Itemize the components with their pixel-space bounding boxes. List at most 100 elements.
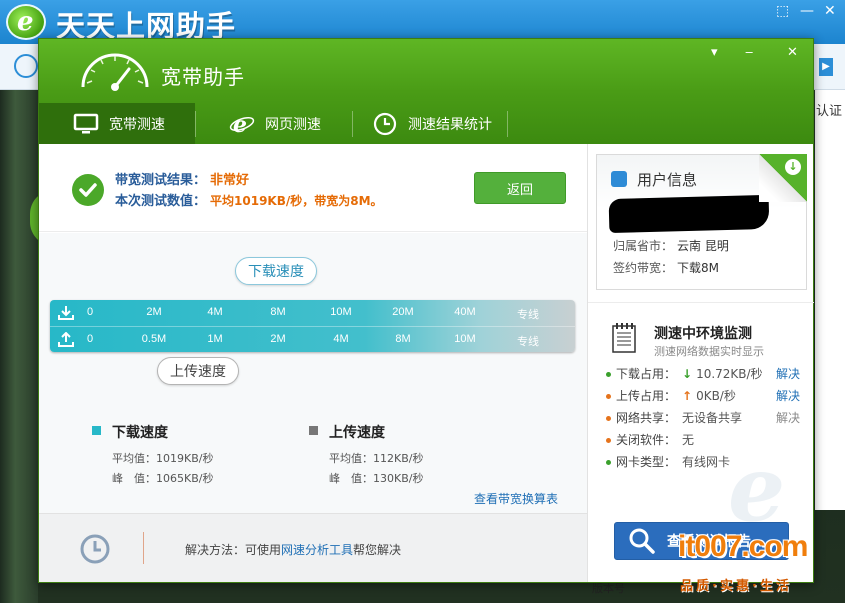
bandwidth-conversion-link[interactable]: 查看带宽换算表	[474, 490, 558, 507]
test-value: 平均1019KB/秒，带宽为8M。	[210, 194, 383, 208]
speed-scale-bar: 0 2M 4M 8M 10M 20M 40M 专线 0 0.5M 1M 2M 4M 8M 10M 专线	[50, 300, 575, 352]
status-dot	[606, 394, 611, 399]
download-tick: 20M	[392, 306, 414, 318]
speedometer-icon	[81, 53, 149, 91]
province-label: 归属省市：	[613, 239, 674, 253]
download-tick: 8M	[270, 306, 286, 318]
download-scale-row: 0 2M 4M 8M 10M 20M 40M 专线	[50, 300, 575, 326]
env-row-value-text: 10.72KB/秒	[696, 367, 763, 381]
tab-webpage-speedtest[interactable]: e 网页测速	[195, 103, 352, 144]
background-right-panel	[815, 90, 845, 510]
upload-tick: 0	[86, 333, 94, 345]
ie-watermark-icon: e	[728, 436, 786, 542]
status-dot	[606, 460, 611, 465]
download-arrow-icon[interactable]: ↓	[785, 159, 801, 175]
env-row-value-text: 有线网卡	[682, 455, 731, 469]
user-province-row: 归属省市： 云南 昆明	[613, 237, 729, 254]
solution-text: 解决方法：可使用网速分析工具帮您解决	[185, 541, 401, 558]
network-analysis-tool-link[interactable]: 网速分析工具	[281, 543, 353, 557]
status-dot	[606, 372, 611, 377]
check-icon	[72, 174, 104, 206]
tab-label: 网页测速	[265, 116, 321, 133]
env-row-label: 上传占用：	[616, 389, 677, 403]
monitor-icon	[73, 113, 99, 135]
user-info-icon	[611, 171, 627, 187]
upload-tick: 1M	[207, 333, 223, 345]
env-monitor-title: 测速中环境监测	[654, 326, 752, 342]
history-clock-icon	[80, 534, 110, 564]
env-row-value: ↑ 0KB/秒	[682, 387, 736, 404]
upload-tick: 0.5M	[141, 333, 167, 345]
redacted-account	[608, 194, 770, 234]
peak-label: 峰 值：	[329, 472, 373, 485]
dialog-minimize-icon[interactable]: ‒	[745, 45, 753, 60]
clock-icon	[372, 112, 398, 135]
province-value: 云南 昆明	[677, 239, 729, 253]
result-label: 带宽测试结果：	[115, 173, 207, 188]
test-value-label: 本次测试数值：	[115, 194, 207, 209]
download-tick: 40M	[454, 306, 476, 318]
user-info-card: 用户信息 归属省市： 云南 昆明 签约带宽： 下载8M ↓	[596, 154, 807, 290]
result-line: 带宽测试结果： 非常好	[115, 169, 249, 188]
background-close-icon[interactable]: ✕	[824, 3, 836, 19]
dialog-close-icon[interactable]: ✕	[787, 45, 798, 60]
upload-stats-title: 上传速度	[329, 425, 385, 441]
tab-speedtest-stats[interactable]: 测速结果统计	[352, 103, 507, 144]
tab-bar: 宽带测速 e 网页测速 测速结果统计	[39, 103, 813, 144]
resolve-link[interactable]: 解决	[776, 387, 800, 404]
upload-tick: 专线	[517, 336, 539, 348]
resolve-link[interactable]: 解决	[776, 409, 800, 426]
peak-label: 峰 值：	[112, 472, 156, 485]
speedtest-main-panel: 带宽测试结果： 非常好 本次测试数值： 平均1019KB/秒，带宽为8M。 返回 下…	[39, 144, 587, 582]
site-watermark: it007.com	[678, 530, 808, 563]
download-stats-title: 下载速度	[112, 425, 168, 441]
env-row-value-text: 无	[682, 433, 695, 447]
resolve-link[interactable]: 解决	[776, 365, 800, 382]
upload-peak: 峰 值：130KB/秒	[329, 470, 423, 486]
peak-value: 1065KB/秒	[156, 472, 214, 485]
env-row: 网络共享： 无设备共享 解决	[606, 409, 806, 429]
upload-speed-bubble: 上传速度	[157, 357, 239, 385]
env-row-label: 关闭软件：	[616, 433, 677, 447]
background-side-text: 认证	[816, 104, 843, 119]
down-arrow-icon: ↓	[682, 367, 693, 381]
background-left-area	[0, 90, 38, 603]
status-dot	[606, 438, 611, 443]
download-tray-icon	[58, 306, 74, 320]
user-bandwidth-row: 签约带宽： 下载8M	[613, 259, 719, 276]
dialog-header: 宽带助手 ▾ ‒ ✕ 宽带测速 e 网页测速 测速结果统计	[39, 39, 813, 144]
footer-divider	[143, 532, 144, 564]
globe-icon	[14, 54, 38, 78]
upload-tick: 8M	[395, 333, 411, 345]
background-minimize-icon[interactable]: —	[800, 3, 814, 19]
result-value: 非常好	[210, 173, 250, 188]
user-info-title: 用户信息	[637, 171, 698, 189]
bandwidth-value: 下载8M	[677, 261, 720, 275]
peak-value: 130KB/秒	[373, 472, 424, 485]
download-avg: 平均值：1019KB/秒	[112, 450, 213, 466]
download-peak: 峰 值：1065KB/秒	[112, 470, 213, 486]
env-row: 下载占用： ↓ 10.72KB/秒 解决	[606, 365, 806, 385]
upload-avg: 平均值：112KB/秒	[329, 450, 423, 466]
site-watermark-slogan: 品质·实惠·生活	[680, 579, 792, 594]
notepad-icon	[612, 323, 636, 353]
card-corner-fold: ↓	[759, 154, 807, 202]
footer-tip: 解决方法：可使用网速分析工具帮您解决	[39, 513, 587, 582]
return-button[interactable]: 返回	[474, 172, 566, 204]
env-row-label: 网络共享：	[616, 411, 677, 425]
env-row-value: 无设备共享	[682, 409, 742, 426]
env-row-value-text: 0KB/秒	[696, 389, 736, 403]
download-tick: 4M	[207, 306, 223, 318]
dialog-menu-icon[interactable]: ▾	[711, 45, 718, 60]
env-row-value-text: 无设备共享	[682, 411, 743, 425]
env-row-value: 无	[682, 431, 694, 448]
download-tick: 专线	[517, 309, 539, 321]
upload-tick: 4M	[333, 333, 349, 345]
tab-label: 测速结果统计	[408, 116, 492, 133]
download-tick: 2M	[146, 306, 162, 318]
upload-tick: 2M	[270, 333, 286, 345]
tab-broadband-speedtest[interactable]: 宽带测速	[39, 103, 195, 144]
background-menu-icon[interactable]: ⬚	[776, 3, 789, 19]
solution-prefix: 解决方法：可使用	[185, 543, 282, 557]
scroll-right-icon[interactable]: ▶	[819, 58, 833, 76]
